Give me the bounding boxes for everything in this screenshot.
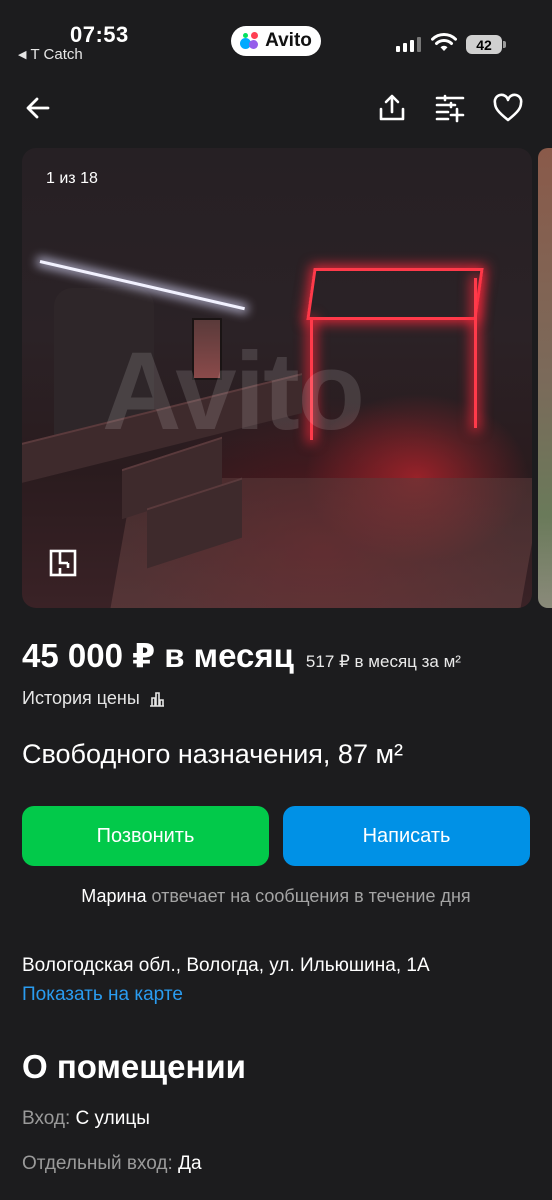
- back-triangle-icon: ◀: [18, 49, 27, 61]
- status-time: 07:53: [70, 22, 129, 47]
- heart-icon[interactable]: [490, 90, 526, 126]
- about-heading: О помещении: [22, 1048, 246, 1085]
- price-per-m2: 517 ₽ в месяц за м²: [305, 652, 461, 671]
- property-value: С улицы: [75, 1108, 150, 1129]
- floor-plan-icon[interactable]: [46, 546, 80, 580]
- back-to-app-link[interactable]: ◀ T Catch: [18, 46, 83, 63]
- seller-name[interactable]: Марина: [81, 886, 146, 906]
- status-bar: 07:53 ◀ T Catch Avito 42: [0, 0, 552, 70]
- bar-chart-icon: [149, 691, 164, 707]
- address: Вологодская обл., Вологда, ул. Ильюшина,…: [22, 955, 430, 976]
- next-photo-peek[interactable]: [538, 148, 552, 608]
- show-on-map-link[interactable]: Показать на карте: [22, 984, 183, 1006]
- battery-indicator: 42: [466, 35, 506, 54]
- signal-icon: [396, 36, 421, 52]
- property-key: Отдельный вход:: [22, 1153, 173, 1174]
- photo-red-frame-top: [306, 268, 484, 320]
- photo-watermark: Avito: [102, 330, 365, 453]
- property-value: Да: [178, 1153, 202, 1174]
- wifi-icon: [431, 33, 457, 51]
- avito-logo-icon: [240, 31, 260, 51]
- write-button[interactable]: Написать: [283, 806, 530, 866]
- property-row: Вход: С улицы: [22, 1108, 150, 1130]
- price-row: 45 000 ₽ в месяц 517 ₽ в месяц за м²: [22, 636, 461, 675]
- seller-response-text: отвечает на сообщения в течение дня: [151, 886, 471, 906]
- seller-response-info: Марина отвечает на сообщения в течение д…: [0, 886, 552, 907]
- share-icon[interactable]: [374, 90, 410, 126]
- avito-badge: Avito: [231, 26, 321, 56]
- avito-badge-label: Avito: [265, 30, 312, 51]
- photo-red-frame-right: [474, 278, 477, 428]
- photo-counter: 1 из 18: [46, 170, 98, 187]
- price-history-link[interactable]: История цены: [22, 688, 166, 709]
- listing-title: Свободного назначения, 87 м²: [22, 739, 404, 769]
- back-arrow-icon[interactable]: [20, 90, 56, 126]
- photo-gallery[interactable]: Avito 1 из 18: [22, 148, 532, 608]
- call-button[interactable]: Позвонить: [22, 806, 269, 866]
- property-row: Отдельный вход: Да: [22, 1153, 202, 1175]
- property-key: Вход:: [22, 1108, 71, 1129]
- compare-icon[interactable]: [432, 90, 468, 126]
- price: 45 000 ₽ в месяц: [22, 637, 294, 674]
- back-app-label: T Catch: [30, 46, 83, 63]
- price-history-label: История цены: [22, 688, 140, 708]
